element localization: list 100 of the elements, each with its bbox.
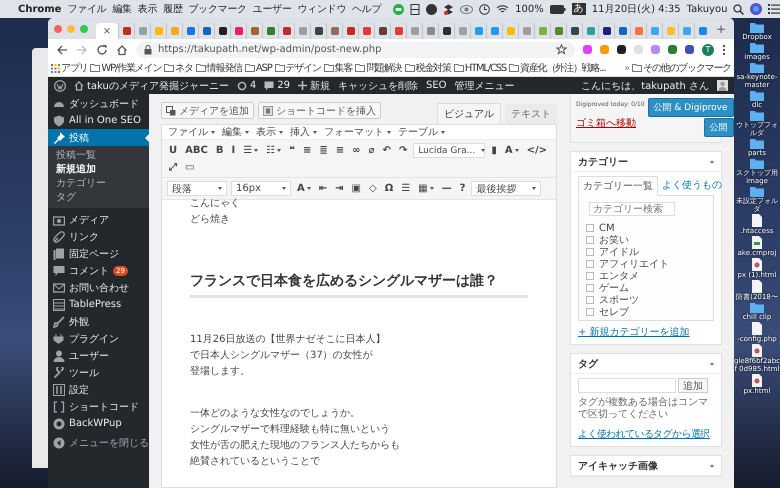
comments-link[interactable]: 29 <box>264 80 290 91</box>
category-tab[interactable]: よく使うもの <box>658 176 726 195</box>
collapse-toggle-icon[interactable] <box>710 160 714 163</box>
checkbox[interactable] <box>586 248 594 256</box>
menu-item[interactable]: ユーザー <box>252 2 292 16</box>
dark-circle-icon[interactable] <box>426 4 438 14</box>
sidebar-item[interactable]: TablePress <box>48 296 149 313</box>
toolbar-button[interactable]: B <box>214 144 226 158</box>
editor-menu[interactable]: 表示 <box>256 125 283 139</box>
sidebar-item[interactable]: お問い合わせ <box>48 279 149 296</box>
bookmark-folder[interactable]: 情報発信 <box>196 61 242 75</box>
collapse-toggle-icon[interactable] <box>710 362 714 365</box>
eye-icon[interactable] <box>460 4 474 14</box>
address-bar[interactable]: https://takupath.net/wp-admin/post-new.php <box>136 42 575 58</box>
popular-tags-link[interactable]: よく使われているタグから選択 <box>578 429 710 440</box>
digiprove-publish-button[interactable]: 公開 & Digiprove <box>648 98 734 117</box>
dropdown[interactable]: 段落 <box>167 181 227 196</box>
back-arrow-icon[interactable] <box>56 44 68 56</box>
extension-icon[interactable] <box>685 45 694 54</box>
search-icon[interactable] <box>733 4 744 14</box>
tag-input-field[interactable] <box>578 378 676 393</box>
browser-tab[interactable] <box>214 23 230 39</box>
submenu-item[interactable]: 投稿一覧 <box>48 149 149 163</box>
collapse-toggle-icon[interactable] <box>710 464 714 467</box>
toolbar-button[interactable]: A <box>295 182 313 196</box>
menu-item[interactable]: ファイル <box>67 2 106 16</box>
browser-tab[interactable] <box>374 23 390 39</box>
updates-link[interactable]: 4 <box>236 80 256 91</box>
document-icon[interactable] <box>752 280 762 293</box>
category-search-field[interactable]: カテゴリー検索 <box>589 202 675 216</box>
bookmark-folder[interactable]: ネタ <box>164 61 193 75</box>
sidebar-item[interactable]: 設定 <box>48 381 149 398</box>
submenu-item[interactable]: 新規追加 <box>48 163 149 177</box>
folder-icon[interactable] <box>750 158 764 169</box>
document-icon[interactable] <box>752 322 762 335</box>
toolbar-button[interactable]: U <box>167 144 180 158</box>
bookmark-item[interactable]: アプリ <box>51 61 88 75</box>
web-document-icon[interactable] <box>752 344 762 357</box>
toolbar-button[interactable]: Ω <box>382 182 396 196</box>
folder-icon[interactable] <box>750 302 764 313</box>
toolbar-button[interactable]: ⇥ <box>333 182 346 196</box>
toolbar-button[interactable]: ⤢ <box>167 160 179 174</box>
toolbar-button[interactable]: ≣ <box>317 144 330 158</box>
extension-icon[interactable] <box>617 45 626 54</box>
bookmark-folder[interactable]: 問題解決 <box>355 61 402 75</box>
add-tag-button[interactable]: 追加 <box>678 378 708 393</box>
add-category-link[interactable]: + 新規カテゴリーを追加 <box>578 325 690 339</box>
checkbox[interactable] <box>586 284 594 292</box>
collapse-menu-button[interactable]: メニューを閉じる <box>48 434 149 451</box>
browser-tab[interactable] <box>310 23 326 39</box>
site-name-link[interactable]: takuのメディア発掘ジャーニー <box>74 78 229 92</box>
bookmark-folder[interactable]: WP/作業メイン <box>90 61 162 75</box>
toolbar-button[interactable]: ≡ <box>301 144 314 158</box>
clock-icon[interactable] <box>479 4 490 14</box>
editor-button[interactable]: メディアを追加 <box>161 102 254 119</box>
menu-item[interactable]: 表示 <box>138 2 158 16</box>
editor-menu[interactable]: 編集 <box>222 125 249 139</box>
toolbar-button[interactable]: ▮ <box>489 144 499 158</box>
wifi-icon[interactable] <box>496 4 510 14</box>
editor-menu[interactable]: ファイル <box>168 125 215 139</box>
tab-close[interactable]: × <box>102 26 112 36</box>
checkbox[interactable] <box>586 308 594 316</box>
toolbar-button[interactable]: ☷ <box>264 144 284 158</box>
editor-button[interactable]: ショートコードを挿入 <box>258 102 381 119</box>
toolbar-button[interactable]: A <box>502 144 521 158</box>
toolbar-button[interactable]: ↷ <box>396 144 410 158</box>
editor-tab[interactable]: テキスト <box>505 104 557 124</box>
sidebar-item[interactable]: 投稿 <box>48 129 149 146</box>
menu-item[interactable]: ウィンドウ <box>298 2 346 16</box>
editor-menu[interactable]: フォーマット <box>324 125 391 139</box>
menu-bar-clock[interactable]: 11月20日(火) 4:35 <box>592 2 681 16</box>
folder-icon[interactable] <box>750 22 764 33</box>
toolbar-button[interactable]: ≡ <box>334 144 346 158</box>
admin-bar-link[interactable]: 管理メニュー <box>454 78 515 92</box>
bookmark-folder[interactable]: 資産化（外注）戦略... <box>509 61 606 75</box>
document-icon[interactable] <box>752 214 762 227</box>
profile-avatar[interactable]: T <box>702 44 714 56</box>
toolbar-button[interactable]: ⇤ <box>316 182 330 196</box>
folder-icon[interactable] <box>750 90 764 101</box>
menu-item[interactable]: 履歴 <box>163 2 182 16</box>
bookmark-folder[interactable]: その他のブックマーク <box>632 61 731 75</box>
star-icon[interactable] <box>556 44 567 55</box>
toolbar-button[interactable]: ☰ <box>399 182 412 196</box>
checkbox[interactable] <box>586 296 594 304</box>
category-tab[interactable]: カテゴリー一覧 <box>578 176 658 196</box>
toolbar-button[interactable]: ☰ <box>241 144 260 158</box>
sidebar-item[interactable]: メディア <box>48 211 149 228</box>
dropdown[interactable]: 16px <box>231 181 291 196</box>
sidebar-item[interactable]: ツール <box>48 364 149 381</box>
toolbar-button[interactable]: ▦ <box>416 182 436 196</box>
browser-tab[interactable] <box>566 23 582 39</box>
new-content-link[interactable]: 新規 <box>298 78 330 92</box>
folder-icon[interactable] <box>750 110 764 121</box>
home-icon[interactable] <box>116 44 128 56</box>
sidebar-item[interactable]: 固定ページ <box>48 245 149 262</box>
sidebar-item[interactable]: ダッシュボード <box>48 95 149 112</box>
menu-item[interactable]: 編集 <box>112 2 132 16</box>
more-bookmarks-button[interactable]: » <box>624 62 629 74</box>
toolbar-button[interactable]: ▣ <box>350 182 363 196</box>
folder-icon[interactable] <box>750 138 764 149</box>
